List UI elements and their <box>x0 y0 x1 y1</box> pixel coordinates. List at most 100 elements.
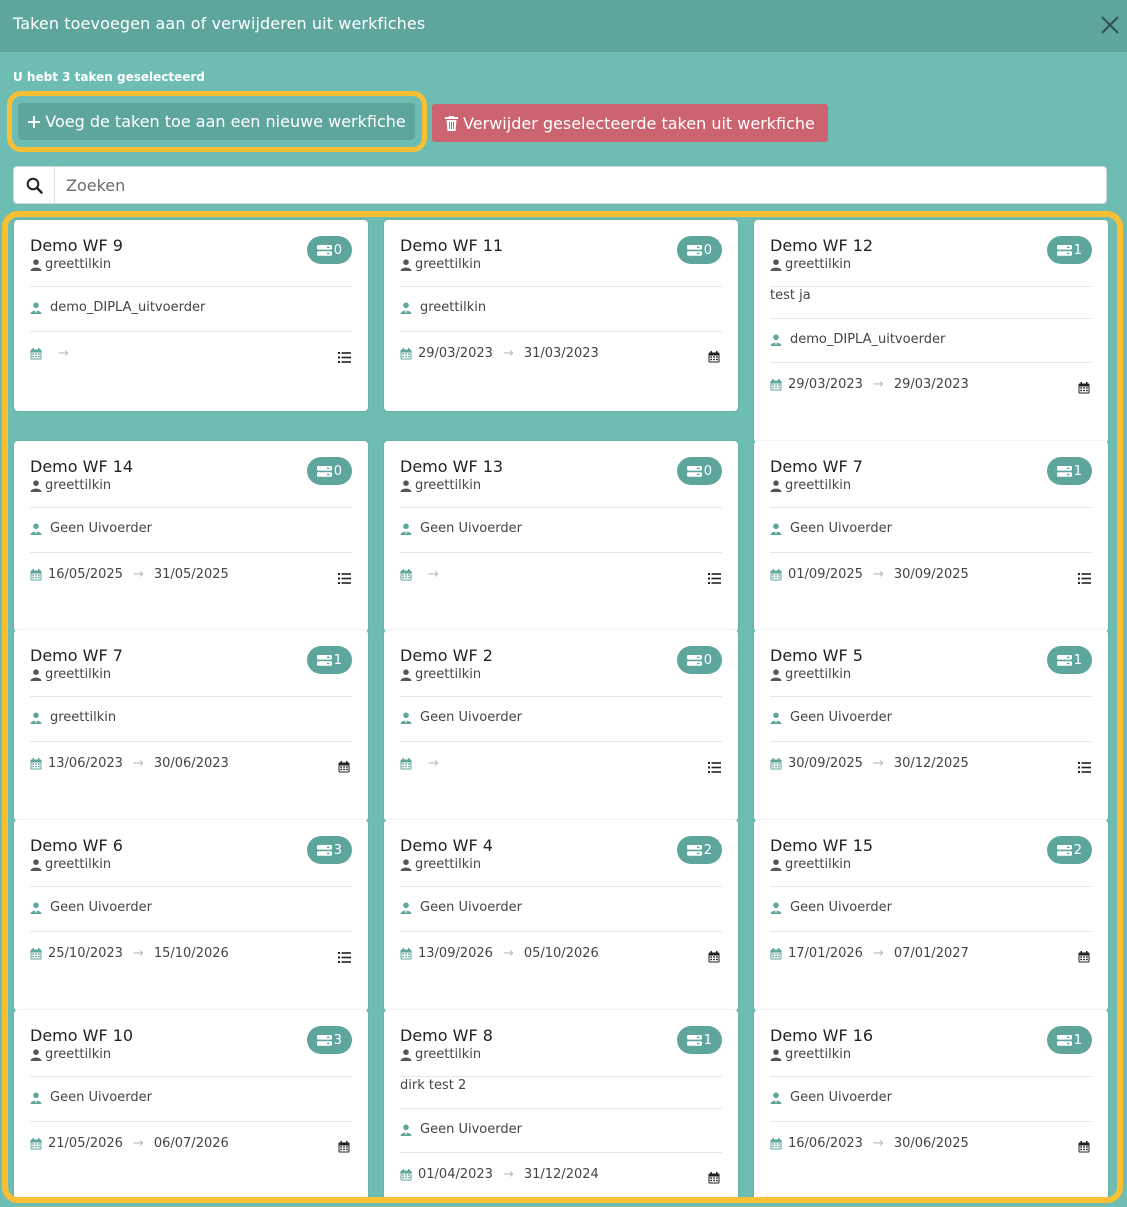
worksheet-card[interactable]: Demo WF 7 greettilkin 1 Geen Uivoerder 01/09… <box>754 441 1108 632</box>
calendar-view-button[interactable] <box>708 348 722 363</box>
user-icon <box>770 258 782 271</box>
task-count-badge[interactable]: 0 <box>676 646 722 674</box>
worksheet-card[interactable]: Demo WF 14 greettilkin 0 Geen Uivoerder 16/0… <box>14 441 368 632</box>
worksheet-card[interactable]: Demo WF 11 greettilkin 0 greettilkin 29/03/2… <box>384 220 738 411</box>
calendar-view-button[interactable] <box>708 948 722 963</box>
card-dates: 29/03/2023 → 29/03/2023 <box>770 377 969 392</box>
card-owner-name: greettilkin <box>785 478 852 493</box>
list-view-button[interactable] <box>338 348 352 363</box>
card-title: Demo WF 12 <box>770 236 874 255</box>
task-count: 1 <box>1073 652 1082 668</box>
task-count-badge[interactable]: 3 <box>306 836 352 864</box>
tasks-stack-icon <box>316 244 332 256</box>
worksheet-card[interactable]: Demo WF 13 greettilkin 0 Geen Uivoerder → <box>384 441 738 632</box>
calendar-icon <box>770 757 782 769</box>
card-owner-name: greettilkin <box>45 478 112 493</box>
card-dates: 29/03/2023 → 31/03/2023 <box>400 346 599 361</box>
arrow-icon: → <box>872 756 884 771</box>
tasks-stack-icon <box>316 844 332 856</box>
card-owner-name: greettilkin <box>785 857 852 872</box>
card-dates: 17/01/2026 → 07/01/2027 <box>770 946 969 961</box>
calendar-view-button[interactable] <box>338 758 352 773</box>
add-to-new-worksheet-button[interactable]: Voeg de taken toe aan een nieuwe werkfic… <box>18 103 415 140</box>
worksheet-card[interactable]: Demo WF 12 greettilkin 1 test ja demo_DIPLA_… <box>754 220 1108 443</box>
executor-icon <box>400 902 412 914</box>
divider <box>30 886 352 887</box>
calendar-icon <box>770 378 782 390</box>
divider <box>30 1121 352 1122</box>
start-date: 29/03/2023 <box>418 346 493 361</box>
user-icon <box>400 668 412 681</box>
task-count-badge[interactable]: 1 <box>676 1026 722 1054</box>
divider <box>770 318 1092 319</box>
calendar-view-button[interactable] <box>1078 1138 1092 1153</box>
task-count-badge[interactable]: 1 <box>306 646 352 674</box>
divider <box>400 886 722 887</box>
arrow-icon: → <box>58 346 69 361</box>
worksheet-card[interactable]: Demo WF 4 greettilkin 2 Geen Uivoerder 13/09… <box>384 820 738 1011</box>
calendar-view-icon <box>708 1172 720 1184</box>
worksheet-card[interactable]: Demo WF 2 greettilkin 0 Geen Uivoerder → <box>384 630 738 821</box>
list-view-button[interactable] <box>708 758 722 773</box>
worksheet-card[interactable]: Demo WF 8 greettilkin 1 dirk test 2 Geen Uiv… <box>384 1010 738 1197</box>
task-count-badge[interactable]: 3 <box>306 1026 352 1054</box>
calendar-view-icon <box>708 351 720 363</box>
task-count-badge[interactable]: 0 <box>306 457 352 485</box>
card-executor: Geen Uivoerder <box>400 900 522 915</box>
start-date: 01/04/2023 <box>418 1167 493 1182</box>
start-date: 30/09/2025 <box>788 756 863 771</box>
task-count-badge[interactable]: 1 <box>1046 236 1092 264</box>
start-date: 13/09/2026 <box>418 946 493 961</box>
task-count-badge[interactable]: 0 <box>676 236 722 264</box>
list-view-button[interactable] <box>708 569 722 584</box>
card-dates: 25/10/2023 → 15/10/2026 <box>30 946 229 961</box>
list-view-button[interactable] <box>1078 758 1092 773</box>
list-view-button[interactable] <box>1078 569 1092 584</box>
list-view-button[interactable] <box>338 569 352 584</box>
worksheet-card[interactable]: Demo WF 9 greettilkin 0 demo_DIPLA_uitvoerd… <box>14 220 368 411</box>
list-view-icon <box>1078 573 1091 584</box>
calendar-view-button[interactable] <box>1078 948 1092 963</box>
worksheet-card[interactable]: Demo WF 16 greettilkin 1 Geen Uivoerder 16/0… <box>754 1010 1108 1197</box>
task-count-badge[interactable]: 1 <box>1046 646 1092 674</box>
calendar-view-button[interactable] <box>708 1169 722 1184</box>
worksheet-card[interactable]: Demo WF 6 greettilkin 3 Geen Uivoerder 25/10… <box>14 820 368 1011</box>
card-description: dirk test 2 <box>400 1078 467 1093</box>
worksheet-card[interactable]: Demo WF 5 greettilkin 1 Geen Uivoerder 30/09… <box>754 630 1108 821</box>
worksheet-card[interactable]: Demo WF 10 greettilkin 3 Geen Uivoerder 21/0… <box>14 1010 368 1197</box>
card-dates: 21/05/2026 → 06/07/2026 <box>30 1136 229 1151</box>
calendar-view-button[interactable] <box>1078 379 1092 394</box>
task-count-badge[interactable]: 0 <box>676 457 722 485</box>
card-executor: Geen Uivoerder <box>400 521 522 536</box>
calendar-icon <box>30 947 42 959</box>
remove-from-worksheet-button[interactable]: Verwijder geselecteerde taken uit werkfi… <box>432 104 828 142</box>
start-date: 17/01/2026 <box>788 946 863 961</box>
card-executor: greettilkin <box>30 710 116 725</box>
task-count-badge[interactable]: 1 <box>1046 1026 1092 1054</box>
task-count-badge[interactable]: 2 <box>676 836 722 864</box>
card-title: Demo WF 9 <box>30 236 123 255</box>
user-icon <box>30 1048 42 1061</box>
worksheet-card[interactable]: Demo WF 7 greettilkin 1 greettilkin 13/06/20… <box>14 630 368 821</box>
calendar-icon <box>770 947 782 959</box>
card-owner-name: greettilkin <box>45 1047 112 1062</box>
task-count-badge[interactable]: 2 <box>1046 836 1092 864</box>
list-view-icon <box>338 573 351 584</box>
executor-name: Geen Uivoerder <box>790 710 892 725</box>
executor-name: Geen Uivoerder <box>50 521 152 536</box>
arrow-icon: → <box>872 377 884 392</box>
close-icon[interactable] <box>1099 14 1121 36</box>
task-count-badge[interactable]: 0 <box>306 236 352 264</box>
list-view-button[interactable] <box>338 948 352 963</box>
worksheet-card[interactable]: Demo WF 15 greettilkin 2 Geen Uivoerder 17/0… <box>754 820 1108 1011</box>
executor-icon <box>30 712 42 724</box>
search-input[interactable] <box>66 167 1096 203</box>
calendar-view-button[interactable] <box>338 1138 352 1153</box>
tasks-stack-icon <box>686 844 702 856</box>
task-count-badge[interactable]: 1 <box>1046 457 1092 485</box>
executor-icon <box>30 1092 42 1104</box>
card-title: Demo WF 6 <box>30 836 123 855</box>
card-title: Demo WF 16 <box>770 1026 874 1045</box>
card-title: Demo WF 7 <box>770 457 863 476</box>
calendar-icon <box>770 1137 782 1149</box>
